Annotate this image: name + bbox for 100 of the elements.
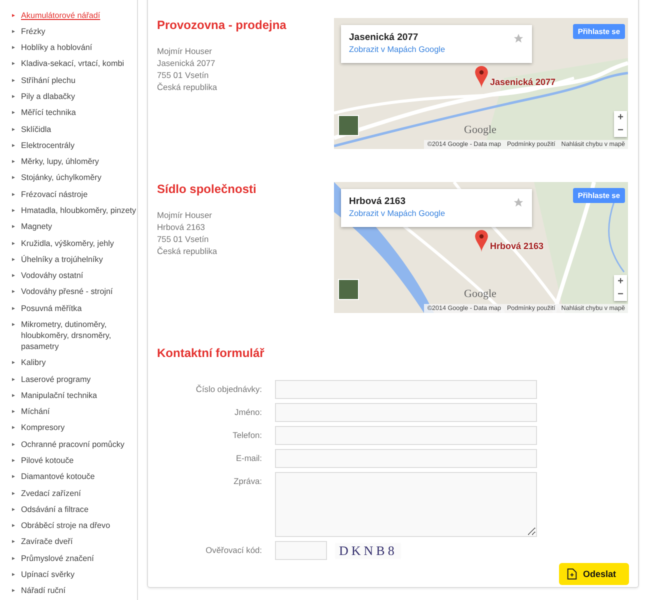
- bullet-icon: [12, 111, 15, 114]
- bullet-icon: [12, 258, 15, 261]
- input-field[interactable]: [275, 449, 537, 468]
- zoom-in-button[interactable]: +: [614, 111, 627, 124]
- bullet-icon: [12, 30, 15, 33]
- sidebar-item[interactable]: Posuvná měřítka: [0, 300, 137, 316]
- sidebar-item[interactable]: Hoblíky a hoblování: [0, 40, 137, 56]
- address-line: Hrbová 2163: [157, 221, 206, 233]
- sidebar-item[interactable]: Stříhání plechu: [0, 72, 137, 88]
- sidebar-item[interactable]: Mikrometry, dutinoměry, hloubkoměry, drsnoměry, pasametry: [0, 316, 137, 355]
- sidebar-item[interactable]: Úhelníky a trojúhelníky: [0, 251, 137, 268]
- satellite-thumbnail[interactable]: [338, 279, 359, 300]
- bullet-icon: [12, 508, 15, 511]
- map-logo: Google: [464, 288, 496, 300]
- sidebar-item[interactable]: Stojánky, úchylkoměry: [0, 170, 137, 186]
- sidebar-item[interactable]: Ochranné pracovní pomůcky: [0, 436, 137, 452]
- sidebar-item[interactable]: Kalibry: [0, 354, 137, 371]
- sidebar-item[interactable]: Zavírače dveří: [0, 534, 137, 550]
- sidebar-item[interactable]: Upínací svěrky: [0, 566, 137, 583]
- field-label: Číslo objednávky:: [194, 383, 262, 396]
- sidebar-item[interactable]: Odsávání a filtrace: [0, 501, 137, 518]
- sidebar-item[interactable]: Laserové programy: [0, 370, 137, 388]
- sidebar-item[interactable]: Manipulační technika: [0, 387, 137, 404]
- bullet-icon: [12, 410, 15, 414]
- bullet-icon: [12, 394, 15, 397]
- input-field[interactable]: [275, 403, 537, 422]
- section-heading: Sídlo společnosti: [157, 182, 258, 196]
- star-icon[interactable]: [513, 197, 524, 208]
- sidebar-item[interactable]: Nářadí ruční: [0, 582, 137, 599]
- field-label: E-mail:: [234, 452, 262, 465]
- star-icon[interactable]: [513, 33, 524, 44]
- address-line: Mojmír Houser: [157, 209, 213, 221]
- address-line: Jasenická 2077: [157, 57, 216, 69]
- bullet-icon: [12, 144, 15, 147]
- sidebar-item[interactable]: Vodováhy ostatní: [0, 268, 137, 284]
- bullet-icon: [12, 290, 15, 294]
- card-title: Hrbová 2163: [349, 195, 407, 208]
- sidebar-item[interactable]: Kladiva-sekací, vrtací, kombi: [0, 56, 137, 72]
- card-title: Jasenická 2077: [349, 31, 420, 44]
- bullet-icon: [12, 492, 15, 495]
- zoom-out-button[interactable]: −: [614, 288, 627, 301]
- bullet-icon: [12, 242, 15, 245]
- bullet-icon: [12, 458, 15, 462]
- sidebar-item[interactable]: Akumulátorové nářadí: [0, 7, 137, 24]
- sidebar-item[interactable]: Hmatadla, hloubkoměry, pinzety: [0, 202, 137, 219]
- map-pin-icon: [475, 230, 488, 252]
- map-logo: Google: [464, 124, 496, 136]
- bullet-icon: [12, 274, 15, 278]
- bullet-icon: [12, 128, 15, 131]
- address-line: Mojmír Houser: [157, 45, 213, 57]
- sidebar-item[interactable]: Frézky: [0, 23, 137, 40]
- input-field[interactable]: [275, 426, 537, 445]
- section-heading: Provozovna - prodejna: [157, 18, 288, 32]
- address-line: Česká republika: [157, 245, 218, 257]
- address-line: Česká republika: [157, 81, 218, 93]
- zoom-out-button[interactable]: −: [614, 124, 627, 137]
- bullet-icon: [12, 524, 15, 528]
- sidebar-item[interactable]: Zvedací zařízení: [0, 484, 137, 502]
- bullet-icon: [12, 192, 15, 196]
- bullet-icon: [12, 160, 15, 164]
- input-field[interactable]: [275, 380, 537, 399]
- address-line: 755 01 Vsetín: [157, 69, 210, 81]
- address-line: 755 01 Vsetín: [157, 233, 210, 245]
- sidebar-item[interactable]: Míchání: [0, 403, 137, 420]
- bullet-icon: [12, 475, 15, 478]
- field-label: Zpráva:: [232, 475, 262, 488]
- document-icon: [567, 568, 577, 580]
- sidebar-item[interactable]: Frézovací nástroje: [0, 186, 137, 202]
- sidebar-item[interactable]: Diamantové kotouče: [0, 468, 137, 485]
- sidebar-item[interactable]: Kompresory: [0, 420, 137, 436]
- map-link[interactable]: Zobrazit v Mapách Google: [349, 44, 446, 56]
- sidebar-item[interactable]: Měřící technika: [0, 104, 137, 121]
- sidebar-item[interactable]: Elektrocentrály: [0, 137, 137, 154]
- bullet-icon: [12, 322, 15, 326]
- bullet-icon: [12, 589, 15, 592]
- sidebar-item[interactable]: Magnety: [0, 218, 137, 235]
- marker-label: Hrbová 2163: [490, 241, 544, 251]
- sidebar-item[interactable]: Kružidla, výškoměry, jehly: [0, 234, 137, 252]
- bullet-icon: [12, 95, 15, 98]
- zoom-in-button[interactable]: +: [614, 275, 627, 288]
- captcha-field[interactable]: [275, 541, 327, 560]
- field-label: Jméno:: [234, 406, 262, 419]
- map-link[interactable]: Zobrazit v Mapách Google: [349, 208, 446, 220]
- bullet-icon: [12, 556, 15, 560]
- submit-button[interactable]: Odeslat: [559, 563, 629, 585]
- sidebar-item[interactable]: Měrky, lupy, úhloměry: [0, 154, 137, 170]
- sidebar-item[interactable]: Vodováhy přesné - strojní: [0, 284, 137, 300]
- bullet-icon: [12, 14, 15, 17]
- sidebar-item[interactable]: Průmyslové značení: [0, 550, 137, 566]
- message-field[interactable]: [275, 472, 537, 537]
- bullet-icon: [12, 176, 15, 180]
- satellite-thumbnail[interactable]: [338, 115, 359, 136]
- sidebar-item[interactable]: Pilové kotouče: [0, 452, 137, 469]
- bullet-icon: [12, 426, 15, 430]
- sidebar-item[interactable]: Obráběcí stroje na dřevo: [0, 517, 137, 534]
- sidebar-item[interactable]: Pily a dlabačky: [0, 88, 137, 105]
- field-label: Telefon:: [232, 429, 262, 442]
- sidebar-item[interactable]: Sklíčidla: [0, 120, 137, 138]
- marker-label: Jasenická 2077: [490, 77, 556, 87]
- captcha-image: DKNB8: [335, 542, 402, 558]
